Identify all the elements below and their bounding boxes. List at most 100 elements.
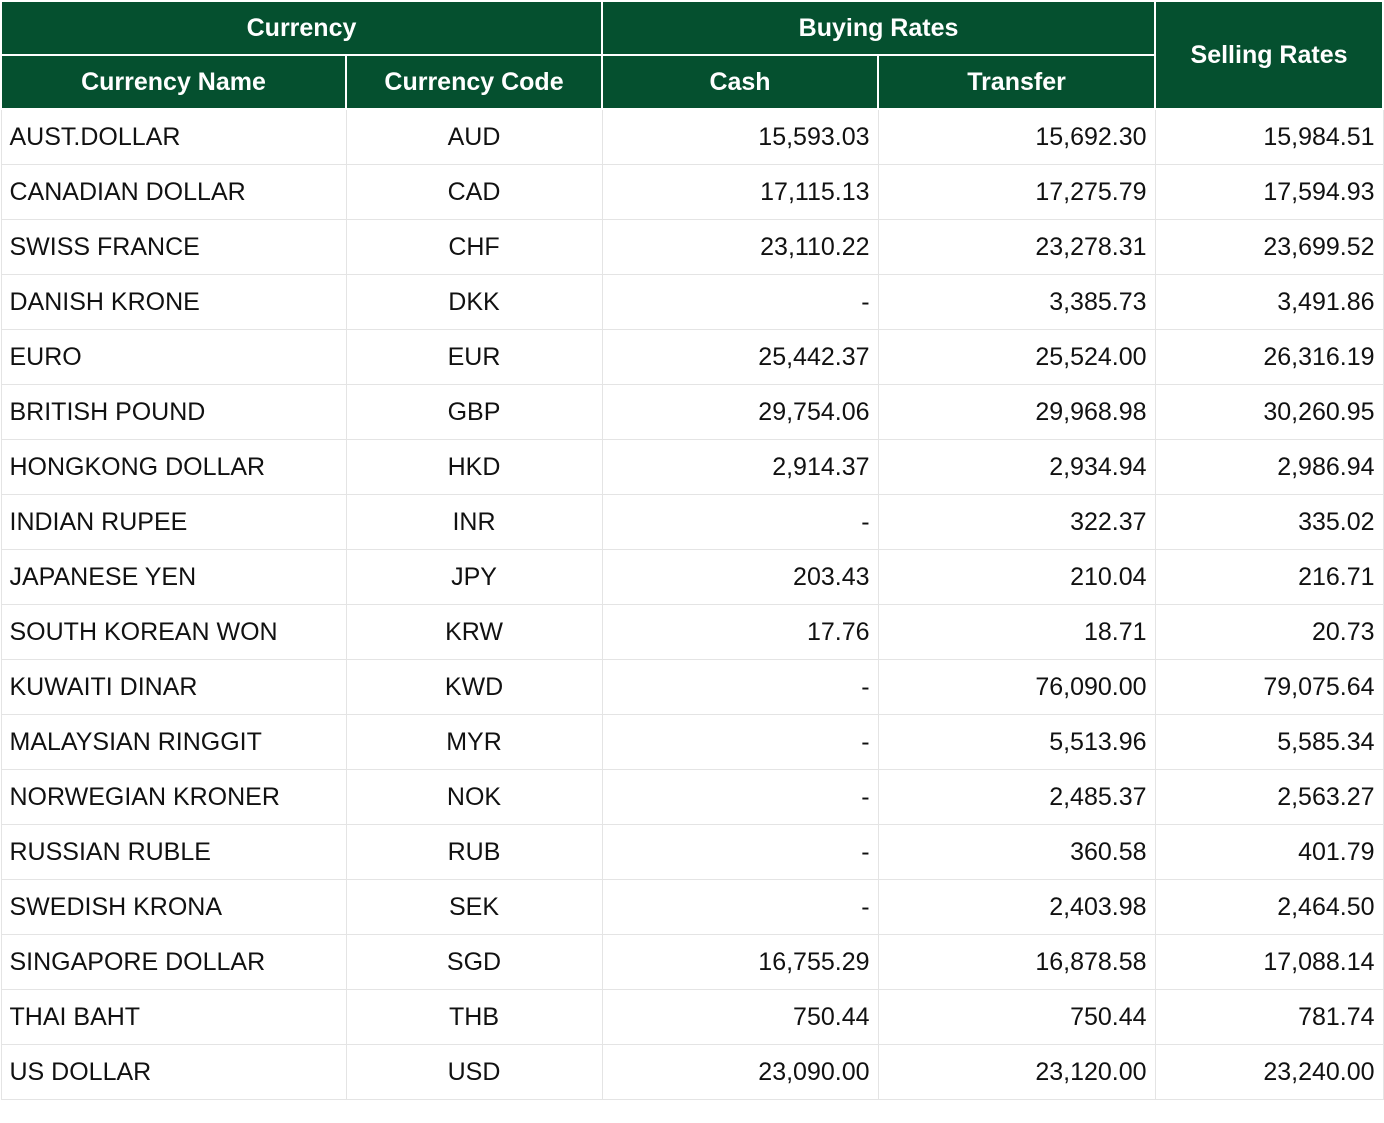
currency-code-cell: HKD [345, 439, 603, 495]
cash-rate-cell: - [601, 659, 879, 715]
transfer-rate-cell: 23,278.31 [877, 219, 1156, 275]
transfer-rate-cell: 322.37 [877, 494, 1156, 550]
table-row: SWEDISH KRONA SEK - 2,403.98 2,464.50 [0, 879, 1384, 935]
selling-rate-cell: 2,986.94 [1154, 439, 1384, 495]
transfer-rate-cell: 750.44 [877, 989, 1156, 1045]
table-row: THAI BAHT THB 750.44 750.44 781.74 [0, 989, 1384, 1045]
cash-rate-cell: - [601, 879, 879, 935]
currency-name-cell: HONGKONG DOLLAR [0, 439, 347, 495]
transfer-rate-cell: 17,275.79 [877, 164, 1156, 220]
currency-code-cell: INR [345, 494, 603, 550]
exchange-rates-table: Currency Buying Rates Selling Rates Curr… [0, 0, 1384, 1100]
cash-rate-cell: 2,914.37 [601, 439, 879, 495]
currency-name-cell: SINGAPORE DOLLAR [0, 934, 347, 990]
currency-code-cell: GBP [345, 384, 603, 440]
selling-rate-cell: 20.73 [1154, 604, 1384, 660]
cash-rate-cell: 25,442.37 [601, 329, 879, 385]
transfer-rate-cell: 29,968.98 [877, 384, 1156, 440]
currency-name-cell: INDIAN RUPEE [0, 494, 347, 550]
cash-rate-cell: - [601, 494, 879, 550]
cash-rate-cell: - [601, 769, 879, 825]
selling-rate-cell: 3,491.86 [1154, 274, 1384, 330]
header-row-groups: Currency Buying Rates Selling Rates [0, 0, 1384, 110]
cash-rate-cell: 750.44 [601, 989, 879, 1045]
currency-name-cell: US DOLLAR [0, 1044, 347, 1100]
transfer-rate-cell: 25,524.00 [877, 329, 1156, 385]
selling-rate-cell: 17,088.14 [1154, 934, 1384, 990]
currency-code-cell: CHF [345, 219, 603, 275]
transfer-rate-cell: 23,120.00 [877, 1044, 1156, 1100]
table-row: CANADIAN DOLLAR CAD 17,115.13 17,275.79 … [0, 164, 1384, 220]
transfer-rate-cell: 5,513.96 [877, 714, 1156, 770]
currency-code-cell: KRW [345, 604, 603, 660]
transfer-rate-cell: 2,934.94 [877, 439, 1156, 495]
currency-name-cell: SWISS FRANCE [0, 219, 347, 275]
currency-name-cell: BRITISH POUND [0, 384, 347, 440]
currency-code-cell: USD [345, 1044, 603, 1100]
currency-name-cell: EURO [0, 329, 347, 385]
selling-rate-cell: 30,260.95 [1154, 384, 1384, 440]
header-cash: Cash [601, 54, 880, 110]
table-row: JAPANESE YEN JPY 203.43 210.04 216.71 [0, 549, 1384, 605]
table-row: MALAYSIAN RINGGIT MYR - 5,513.96 5,585.3… [0, 714, 1384, 770]
cash-rate-cell: - [601, 714, 879, 770]
currency-code-cell: CAD [345, 164, 603, 220]
transfer-rate-cell: 3,385.73 [877, 274, 1156, 330]
currency-code-cell: SGD [345, 934, 603, 990]
cash-rate-cell: - [601, 824, 879, 880]
currency-code-cell: KWD [345, 659, 603, 715]
selling-rate-cell: 2,464.50 [1154, 879, 1384, 935]
cash-rate-cell: 17,115.13 [601, 164, 879, 220]
table-row: NORWEGIAN KRONER NOK - 2,485.37 2,563.27 [0, 769, 1384, 825]
currency-code-cell: SEK [345, 879, 603, 935]
currency-name-cell: KUWAITI DINAR [0, 659, 347, 715]
cash-rate-cell: 17.76 [601, 604, 879, 660]
currency-code-cell: NOK [345, 769, 603, 825]
currency-code-cell: MYR [345, 714, 603, 770]
currency-name-cell: THAI BAHT [0, 989, 347, 1045]
cash-rate-cell: 203.43 [601, 549, 879, 605]
currency-code-cell: EUR [345, 329, 603, 385]
cash-rate-cell: 15,593.03 [601, 108, 879, 165]
header-buying-rates: Buying Rates [601, 0, 1157, 56]
selling-rate-cell: 2,563.27 [1154, 769, 1384, 825]
table-row: EURO EUR 25,442.37 25,524.00 26,316.19 [0, 329, 1384, 385]
table-row: HONGKONG DOLLAR HKD 2,914.37 2,934.94 2,… [0, 439, 1384, 495]
selling-rate-cell: 401.79 [1154, 824, 1384, 880]
table-row: INDIAN RUPEE INR - 322.37 335.02 [0, 494, 1384, 550]
currency-name-cell: NORWEGIAN KRONER [0, 769, 347, 825]
currency-name-cell: AUST.DOLLAR [0, 108, 347, 165]
currency-code-cell: AUD [345, 108, 603, 165]
header-currency-code: Currency Code [344, 54, 604, 110]
currency-name-cell: CANADIAN DOLLAR [0, 164, 347, 220]
header-transfer: Transfer [877, 54, 1157, 110]
table-row: US DOLLAR USD 23,090.00 23,120.00 23,240… [0, 1044, 1384, 1100]
transfer-rate-cell: 18.71 [877, 604, 1156, 660]
currency-name-cell: JAPANESE YEN [0, 549, 347, 605]
table-header: Currency Buying Rates Selling Rates Curr… [0, 0, 1384, 110]
transfer-rate-cell: 16,878.58 [877, 934, 1156, 990]
transfer-rate-cell: 2,485.37 [877, 769, 1156, 825]
table-row: SINGAPORE DOLLAR SGD 16,755.29 16,878.58… [0, 934, 1384, 990]
selling-rate-cell: 26,316.19 [1154, 329, 1384, 385]
currency-name-cell: RUSSIAN RUBLE [0, 824, 347, 880]
selling-rate-cell: 781.74 [1154, 989, 1384, 1045]
table-row: AUST.DOLLAR AUD 15,593.03 15,692.30 15,9… [0, 108, 1384, 165]
selling-rate-cell: 23,699.52 [1154, 219, 1384, 275]
currency-code-cell: JPY [345, 549, 603, 605]
currency-name-cell: DANISH KRONE [0, 274, 347, 330]
cash-rate-cell: 23,090.00 [601, 1044, 879, 1100]
table-row: DANISH KRONE DKK - 3,385.73 3,491.86 [0, 274, 1384, 330]
transfer-rate-cell: 15,692.30 [877, 108, 1156, 165]
selling-rate-cell: 216.71 [1154, 549, 1384, 605]
cash-rate-cell: - [601, 274, 879, 330]
table-body: AUST.DOLLAR AUD 15,593.03 15,692.30 15,9… [0, 108, 1384, 1100]
table-row: RUSSIAN RUBLE RUB - 360.58 401.79 [0, 824, 1384, 880]
table-row: KUWAITI DINAR KWD - 76,090.00 79,075.64 [0, 659, 1384, 715]
selling-rate-cell: 5,585.34 [1154, 714, 1384, 770]
transfer-rate-cell: 76,090.00 [877, 659, 1156, 715]
currency-code-cell: DKK [345, 274, 603, 330]
selling-rate-cell: 17,594.93 [1154, 164, 1384, 220]
currency-code-cell: THB [345, 989, 603, 1045]
cash-rate-cell: 16,755.29 [601, 934, 879, 990]
